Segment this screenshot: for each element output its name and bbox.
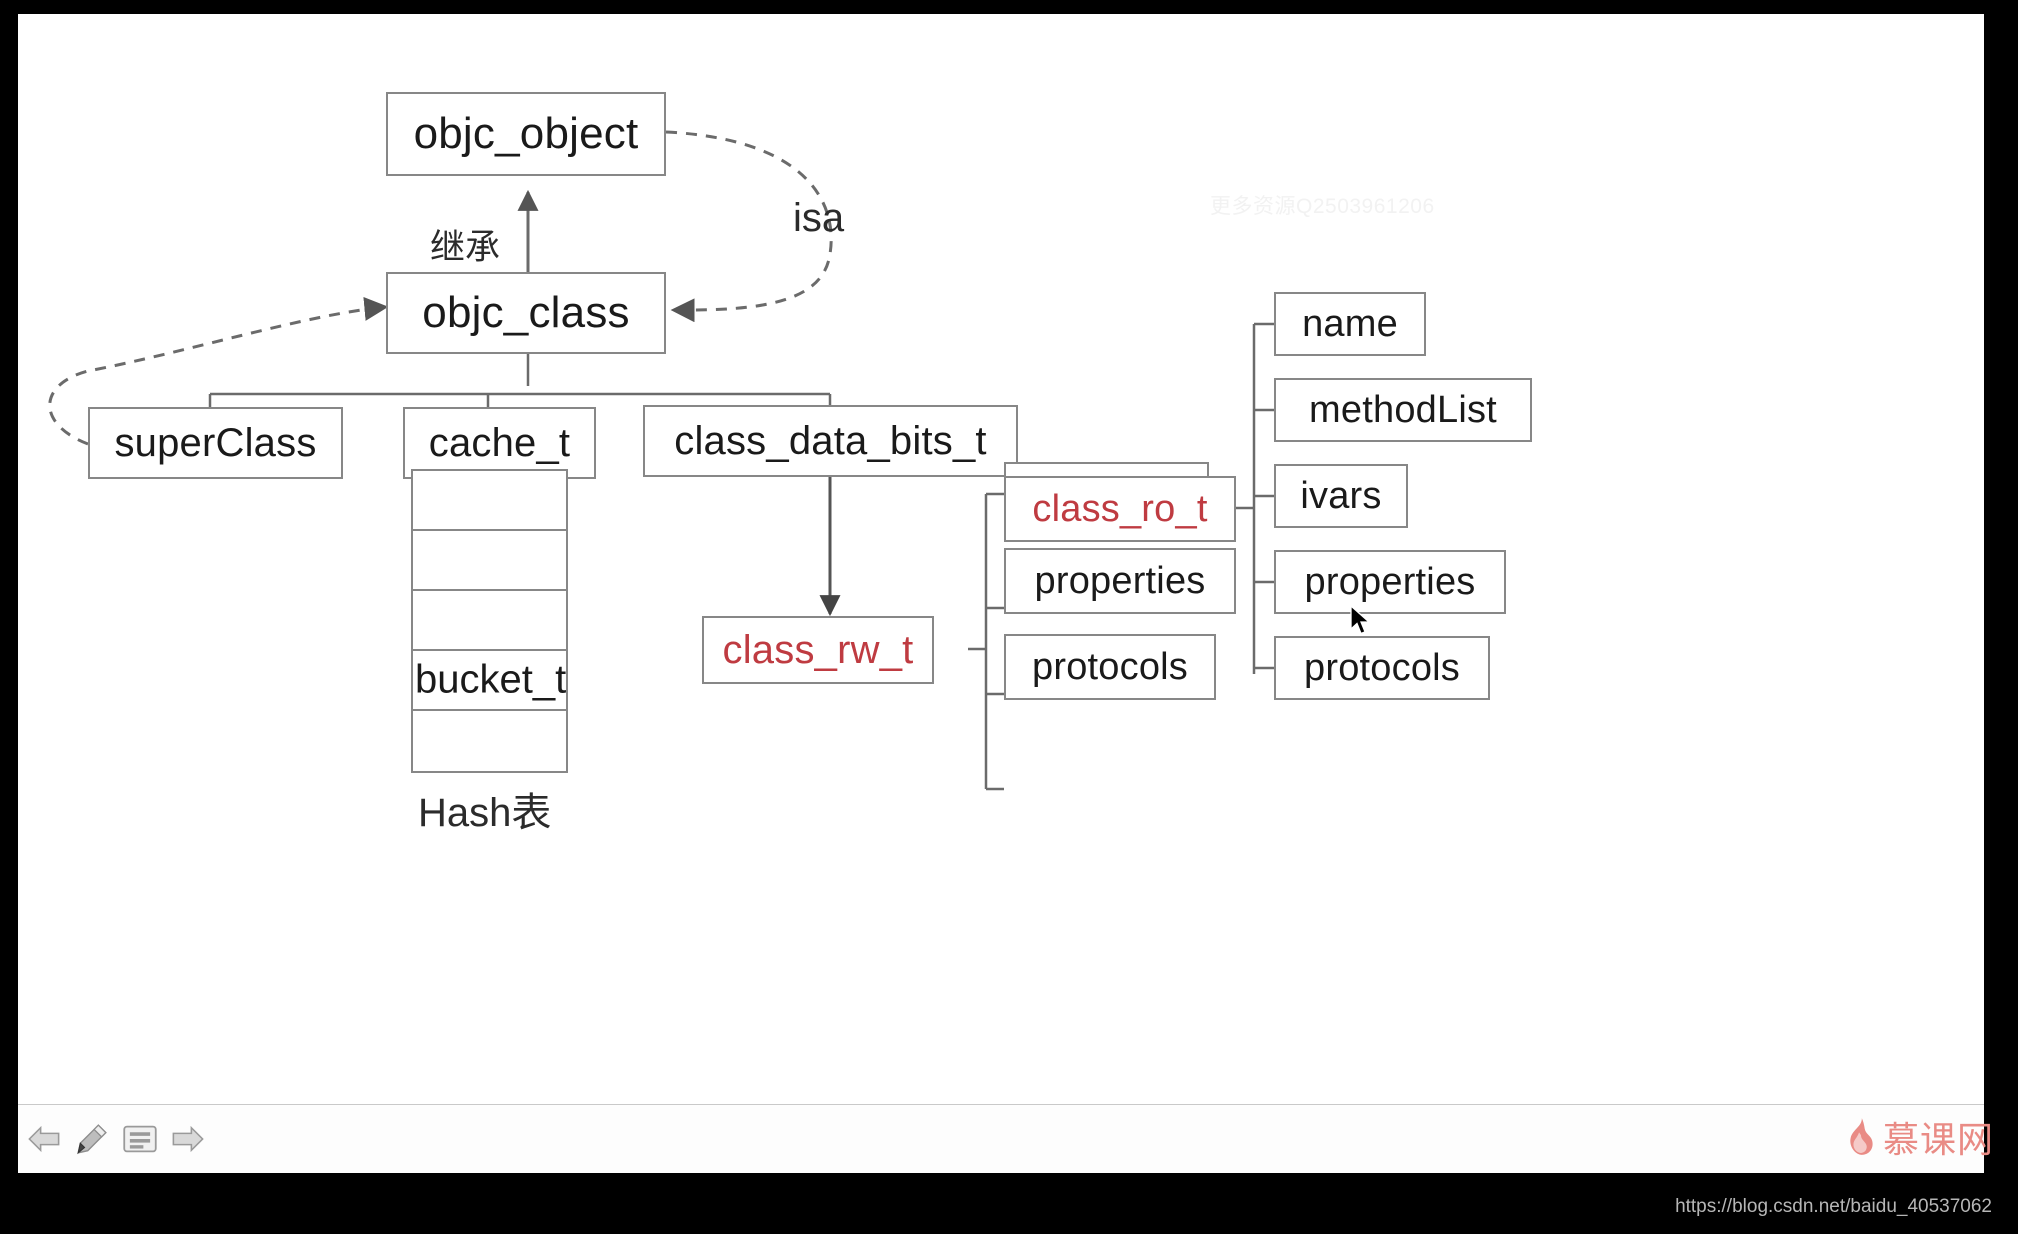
hash-table: bucket_t [411,469,568,773]
back-arrow-icon[interactable] [22,1117,66,1161]
imooc-brand-text: 慕课网 [1882,1120,1994,1161]
node-ro-name[interactable]: name [1274,292,1426,356]
node-superclass[interactable]: superClass [88,407,343,479]
caption-hash-table: Hash表 [418,791,552,835]
pen-icon[interactable] [70,1117,114,1161]
hash-cell [413,471,566,531]
hash-cell [413,531,566,591]
node-objc-object[interactable]: objc_object [386,92,666,176]
node-ro-protocols[interactable]: protocols [1274,636,1490,700]
node-ro-methodlist[interactable]: methodList [1274,378,1532,442]
node-class-rw-t[interactable]: class_rw_t [702,616,934,684]
forward-arrow-icon[interactable] [166,1117,210,1161]
faint-qq-watermark: 更多资源Q2503961206 [1210,195,1435,218]
csdn-url-watermark: https://blog.csdn.net/baidu_40537062 [1675,1196,1992,1217]
label-isa: isa [793,196,845,240]
node-objc-class[interactable]: objc_class [386,272,666,354]
node-rw-properties[interactable]: properties [1004,548,1236,614]
hash-cell [413,591,566,651]
menu-icon[interactable] [118,1117,162,1161]
node-ro-properties[interactable]: properties [1274,550,1506,614]
flame-icon [1850,1118,1873,1155]
slide-canvas: 更多资源Q2503961206 objc_object objc_class 继… [18,14,1984,1104]
screenshot-root: 更多资源Q2503961206 objc_object objc_class 继… [0,0,2018,1234]
label-inheritance: 继承 [430,228,501,267]
node-rw-protocols[interactable]: protocols [1004,634,1216,700]
imooc-logo: 慕课网 [1845,1112,1994,1162]
node-class-data-bits-t[interactable]: class_data_bits_t [643,405,1018,477]
mouse-cursor [1350,604,1372,637]
connector-layer [48,130,1274,791]
bottom-toolbar [18,1104,1984,1173]
hash-cell-bucket: bucket_t [413,651,566,711]
hash-cell [413,711,566,771]
node-bucket-t: bucket_t [415,657,567,702]
node-ro-ivars[interactable]: ivars [1274,464,1408,528]
node-class-ro-t[interactable]: class_ro_t [1004,476,1236,542]
